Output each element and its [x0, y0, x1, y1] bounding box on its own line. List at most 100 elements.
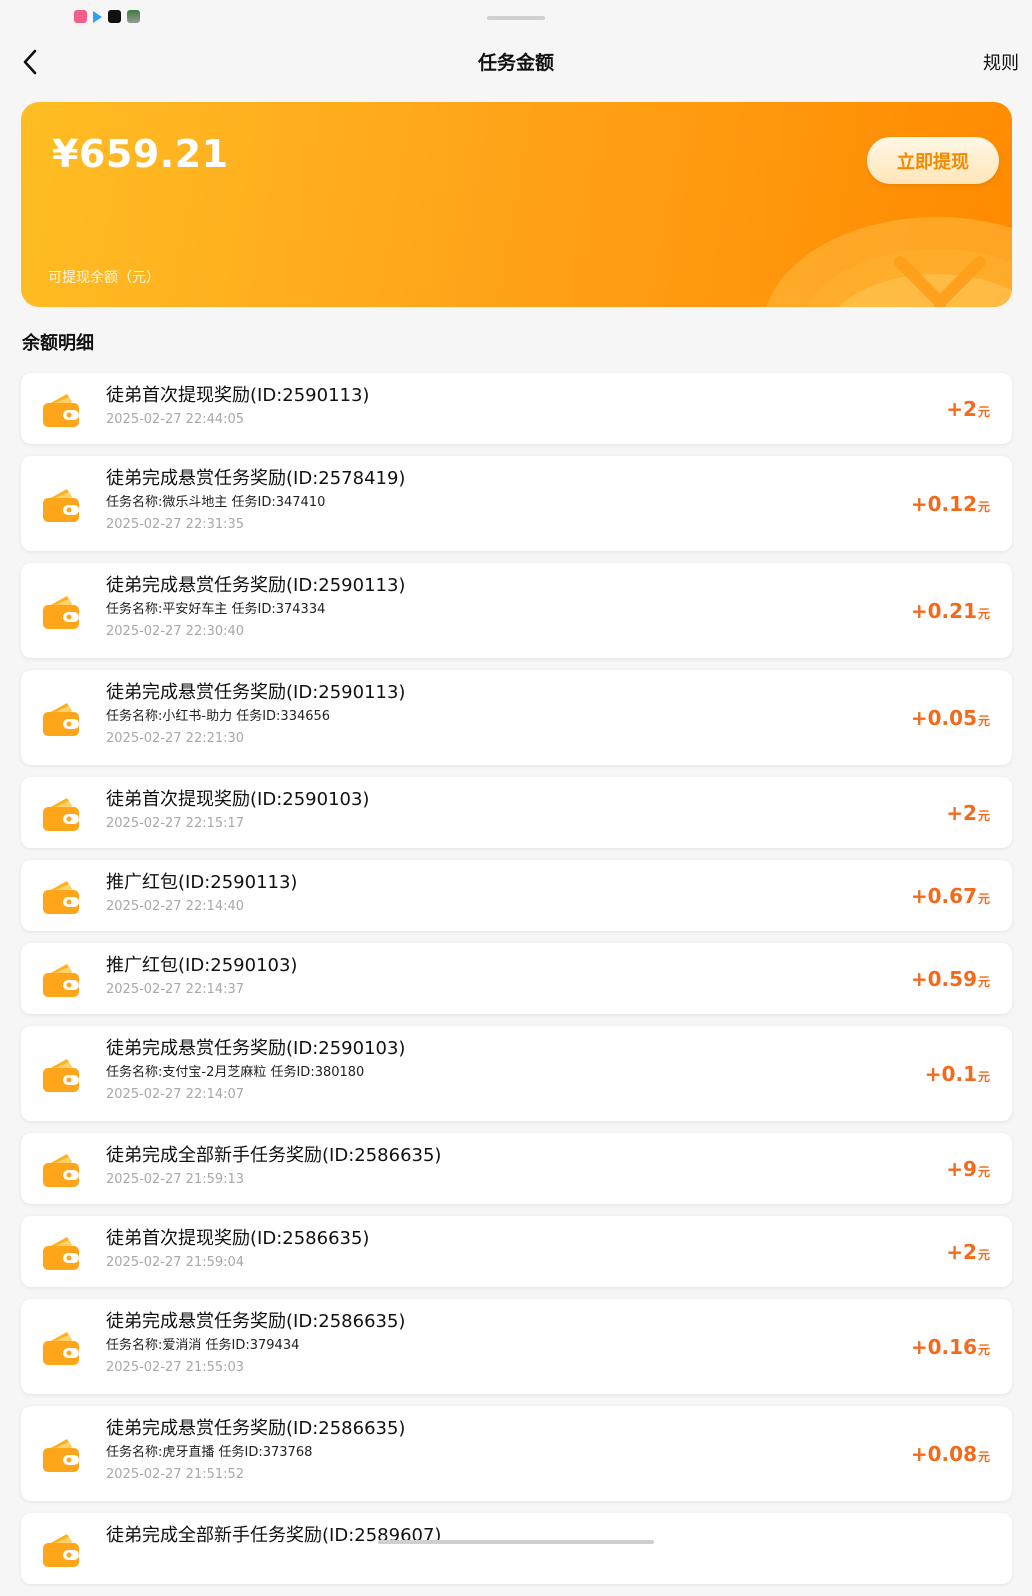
- balance-label: 可提现余额（元）: [48, 270, 160, 286]
- yuan-coin-icon: [766, 217, 1012, 307]
- record-task-info: 任务名称:小红书-助力 任务ID:334656: [106, 709, 331, 724]
- notification-icons: [74, 10, 140, 23]
- record-item[interactable]: 徒弟完成悬赏任务奖励(ID:2586635) 任务名称:虎牙直播 任务ID:373…: [21, 1406, 1012, 1501]
- wallet-icon: [41, 698, 81, 738]
- amount-unit: 元: [977, 404, 990, 419]
- record-timestamp: 2025-02-27 22:30:40: [106, 624, 245, 639]
- record-task-info: 任务名称:微乐斗地主 任务ID:347410: [106, 495, 326, 510]
- record-title: 徒弟完成悬赏任务奖励(ID:2590113): [106, 682, 406, 703]
- wallet-icon: [41, 1434, 81, 1474]
- record-timestamp: 2025-02-27 21:59:13: [106, 1172, 245, 1187]
- header: 任务金额 规则: [0, 36, 1032, 88]
- record-timestamp: 2025-02-27 21:51:52: [106, 1467, 245, 1482]
- section-title: 余额明细: [22, 333, 94, 354]
- wallet-icon: [41, 876, 81, 916]
- amount-value: +2: [946, 1239, 977, 1264]
- record-task-info: 任务名称:平安好车主 任务ID:374334: [106, 602, 326, 617]
- record-amount: +9元: [946, 1157, 990, 1181]
- record-amount: +0.16元: [911, 1335, 990, 1359]
- record-amount: +0.12元: [911, 492, 990, 516]
- amount-unit: 元: [977, 974, 990, 989]
- record-item[interactable]: 推广红包(ID:2590113) 2025-02-27 22:14:40 +0.67…: [21, 860, 1012, 931]
- amount-value: +0.08: [910, 1441, 977, 1466]
- wallet-icon: [41, 484, 81, 524]
- record-item[interactable]: 徒弟完成全部新手任务奖励(ID:2586635) 2025-02-27 21:59…: [21, 1133, 1012, 1204]
- amount-unit: 元: [977, 1069, 990, 1084]
- amount-value: +2: [946, 396, 977, 421]
- record-item[interactable]: 徒弟完成悬赏任务奖励(ID:2590113) 任务名称:小红书-助力 任务ID:3…: [21, 670, 1012, 765]
- amount-unit: 元: [977, 1164, 990, 1179]
- record-timestamp: 2025-02-27 22:15:17: [106, 816, 245, 831]
- play-store-icon: [93, 10, 102, 23]
- record-task-info: 任务名称:虎牙直播 任务ID:373768: [106, 1445, 313, 1460]
- wallet-icon: [41, 1149, 81, 1189]
- amount-unit: 元: [977, 891, 990, 906]
- balance-record-list[interactable]: 徒弟首次提现奖励(ID:2590113) 2025-02-27 22:44:05 +…: [21, 373, 1012, 1596]
- record-timestamp: 2025-02-27 22:44:05: [106, 412, 245, 427]
- rules-link[interactable]: 规则: [983, 49, 1019, 75]
- amount-unit: 元: [977, 808, 990, 823]
- record-item[interactable]: 推广红包(ID:2590103) 2025-02-27 22:14:37 +0.59…: [21, 943, 1012, 1014]
- record-task-info: 任务名称:爱消消 任务ID:379434: [106, 1338, 300, 1353]
- tiktok-icon: [108, 10, 121, 23]
- record-title: 徒弟完成悬赏任务奖励(ID:2590103): [106, 1038, 406, 1059]
- amount-unit: 元: [977, 499, 990, 514]
- record-item[interactable]: 徒弟首次提现奖励(ID:2590113) 2025-02-27 22:44:05 +…: [21, 373, 1012, 444]
- record-title: 徒弟完成悬赏任务奖励(ID:2586635): [106, 1311, 406, 1332]
- amount-value: +0.21: [910, 598, 977, 623]
- record-title: 徒弟完成悬赏任务奖励(ID:2590113): [106, 575, 406, 596]
- record-timestamp: 2025-02-27 21:55:03: [106, 1360, 245, 1375]
- amount-unit: 元: [977, 1247, 990, 1262]
- amount-value: +9: [946, 1156, 977, 1181]
- record-item[interactable]: 徒弟完成悬赏任务奖励(ID:2590103) 任务名称:支付宝-2月芝麻粒 任务I…: [21, 1026, 1012, 1121]
- record-amount: +0.05元: [911, 706, 990, 730]
- window-drag-handle[interactable]: [487, 16, 545, 20]
- record-item[interactable]: 徒弟完成悬赏任务奖励(ID:2586635) 任务名称:爱消消 任务ID:3794…: [21, 1299, 1012, 1394]
- record-item[interactable]: 徒弟首次提现奖励(ID:2586635) 2025-02-27 21:59:04 +…: [21, 1216, 1012, 1287]
- wallet-icon: [41, 1529, 81, 1569]
- amount-value: +0.05: [910, 705, 977, 730]
- amount-value: +0.12: [910, 491, 977, 516]
- withdraw-button[interactable]: 立即提现: [867, 137, 999, 184]
- balance-amount: ¥659.21: [52, 132, 229, 176]
- record-title: 推广红包(ID:2590103): [106, 955, 298, 976]
- wallet-icon: [41, 591, 81, 631]
- amount-unit: 元: [977, 1342, 990, 1357]
- record-title: 徒弟完成悬赏任务奖励(ID:2586635): [106, 1418, 406, 1439]
- record-item[interactable]: 徒弟完成悬赏任务奖励(ID:2590113) 任务名称:平安好车主 任务ID:37…: [21, 563, 1012, 658]
- amount-value: +2: [946, 800, 977, 825]
- record-item[interactable]: 徒弟首次提现奖励(ID:2590103) 2025-02-27 22:15:17 +…: [21, 777, 1012, 848]
- record-timestamp: 2025-02-27 22:14:07: [106, 1087, 245, 1102]
- record-item[interactable]: 徒弟完成悬赏任务奖励(ID:2578419) 任务名称:微乐斗地主 任务ID:34…: [21, 456, 1012, 551]
- amount-value: +0.1: [924, 1061, 977, 1086]
- wallet-icon: [41, 793, 81, 833]
- amount-unit: 元: [977, 606, 990, 621]
- amount-value: +0.67: [910, 883, 977, 908]
- record-amount: +0.08元: [911, 1442, 990, 1466]
- record-item[interactable]: 徒弟完成全部新手任务奖励(ID:2589607): [21, 1513, 1012, 1584]
- record-amount: +0.1元: [925, 1062, 990, 1086]
- home-indicator[interactable]: [378, 1540, 654, 1544]
- amount-unit: 元: [977, 1449, 990, 1464]
- record-title: 徒弟首次提现奖励(ID:2586635): [106, 1228, 370, 1249]
- record-timestamp: 2025-02-27 22:14:40: [106, 899, 245, 914]
- record-amount: +0.59元: [911, 967, 990, 991]
- record-title: 推广红包(ID:2590113): [106, 872, 298, 893]
- record-amount: +2元: [946, 397, 990, 421]
- record-timestamp: 2025-02-27 22:21:30: [106, 731, 245, 746]
- record-amount: +0.21元: [911, 599, 990, 623]
- record-timestamp: 2025-02-27 21:59:04: [106, 1255, 245, 1270]
- amount-value: +0.59: [910, 966, 977, 991]
- status-bar: [0, 0, 1032, 36]
- record-title: 徒弟首次提现奖励(ID:2590103): [106, 789, 370, 810]
- record-timestamp: 2025-02-27 22:31:35: [106, 517, 245, 532]
- balance-card: ¥659.21 可提现余额（元） 立即提现: [21, 102, 1012, 307]
- wallet-icon: [41, 959, 81, 999]
- record-task-info: 任务名称:支付宝-2月芝麻粒 任务ID:380180: [106, 1065, 365, 1080]
- record-amount: +0.67元: [911, 884, 990, 908]
- app-notification-icon: [74, 10, 87, 23]
- wallet-icon: [41, 1327, 81, 1367]
- wallet-icon: [41, 389, 81, 429]
- wallet-icon: [41, 1232, 81, 1272]
- wallet-icon: [41, 1054, 81, 1094]
